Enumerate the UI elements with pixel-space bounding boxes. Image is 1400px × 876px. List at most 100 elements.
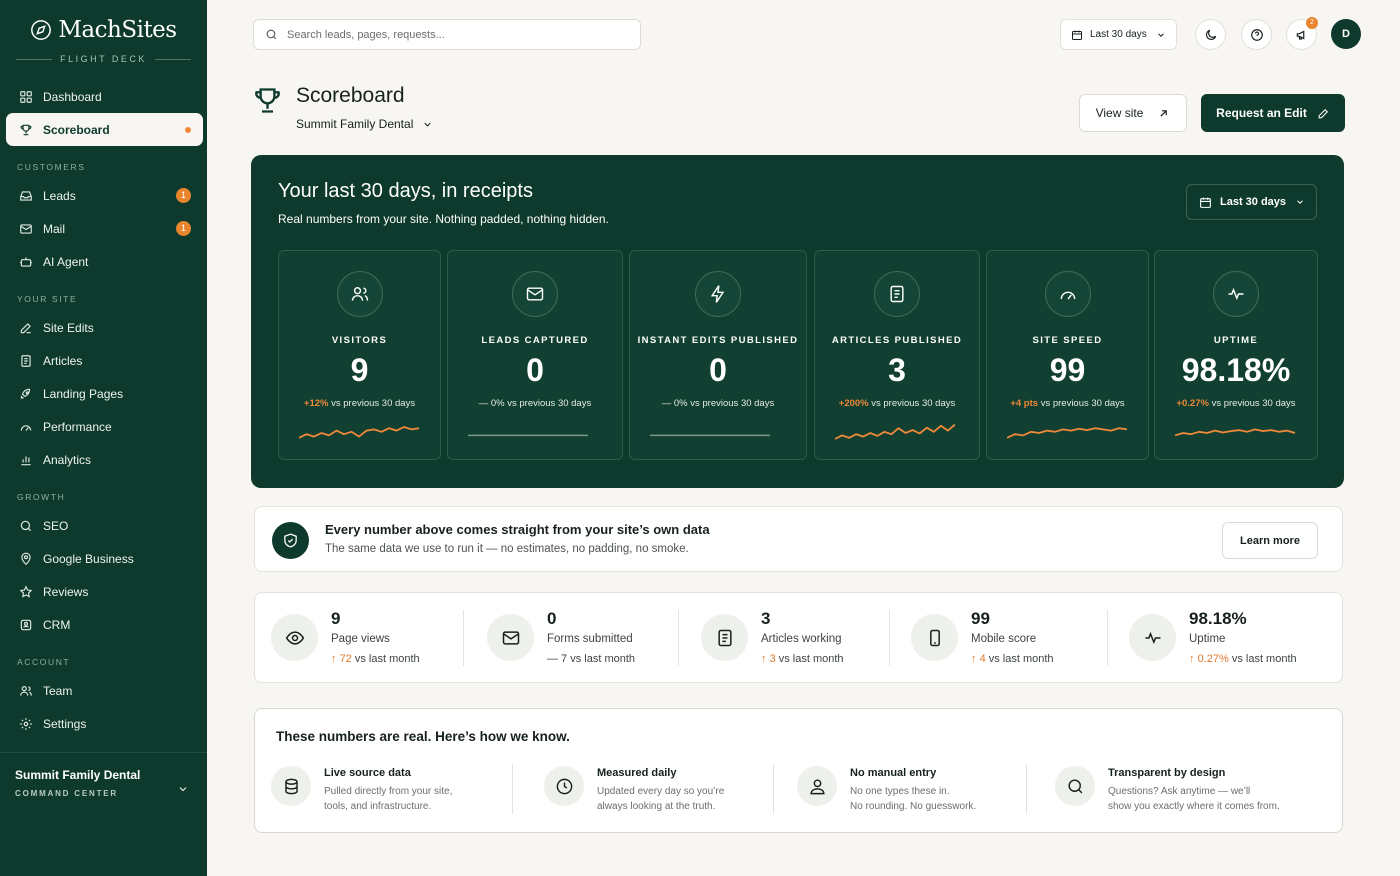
metric-value: 99 [1049,352,1086,388]
database-icon [282,777,301,796]
workspace-name: Summit Family Dental [15,768,141,782]
sidebar-item-scoreboard[interactable]: Scoreboard [6,113,203,146]
sidebar-item-analytics[interactable]: Analytics [6,443,203,476]
grid-icon [19,90,33,104]
bar-chart-icon [19,453,33,467]
metric-value: 9 [350,352,369,388]
sidebar-item-landing-pages[interactable]: Landing Pages [6,377,203,410]
stat-mobile-score: 99 Mobile score ↑ 4 vs last month [911,609,1101,669]
users-icon [350,284,370,304]
calendar-icon [1199,196,1212,209]
sidebar-item-settings[interactable]: Settings [6,707,203,740]
notifications-button[interactable]: 2 [1286,17,1318,50]
stat-value: 99 [971,609,990,628]
verification-title: These numbers are real. Here’s how we kn… [276,729,570,744]
workspace-switcher[interactable]: Summit Family Dental COMMAND CENTER [0,752,207,798]
mail-count-badge: 1 [176,221,191,236]
metric-delta: +12% vs previous 30 days [303,398,416,409]
sidebar-item-performance[interactable]: Performance [6,410,203,443]
sidebar-item-google-business[interactable]: Google Business [6,542,203,575]
date-range-select[interactable]: Last 30 days [1060,19,1177,50]
proof-title: Live source data [324,767,411,779]
sidebar-item-articles[interactable]: Articles [6,344,203,377]
avatar[interactable]: D [1331,19,1361,49]
sparkline [1007,421,1127,445]
metric-card-site-speed[interactable]: SITE SPEED 99 +4 pts vs previous 30 days [986,250,1149,460]
sidebar-item-ai-agent[interactable]: AI Agent [6,245,203,278]
monthly-stats: 9 Page views ↑ 72 vs last month 0 Forms … [254,592,1343,683]
metric-card-uptime[interactable]: UPTIME 98.18% +0.27% vs previous 30 days [1154,250,1318,460]
request-edit-button[interactable]: Request an Edit [1201,94,1345,132]
brand-logo[interactable]: MachSites [0,16,207,44]
metric-card-visitors[interactable]: VISITORS 9 +12% vs previous 30 days [278,250,441,460]
receipts-subtitle: Real numbers from your site. Nothing pad… [278,212,609,226]
stat-label: Mobile score [971,633,1037,645]
mail-icon [525,284,545,304]
sidebar-item-mail[interactable]: Mail 1 [6,212,203,245]
stat-uptime: 98.18% Uptime ↑ 0.27% vs last month [1129,609,1329,669]
learn-more-button[interactable]: Learn more [1222,522,1318,559]
metric-label: SITE SPEED [1032,335,1103,346]
metric-card-articles-published[interactable]: ARTICLES PUBLISHED 3 +200% vs previous 3… [814,250,980,460]
sidebar-item-site-edits[interactable]: Site Edits [6,311,203,344]
sidebar-item-label: Site Edits [43,320,94,335]
robot-icon [19,255,33,269]
sidebar-item-label: Landing Pages [43,386,124,401]
search-bar[interactable] [253,19,641,50]
sidebar-item-label: Mail [43,221,66,236]
verification-panel: These numbers are real. Here’s how we kn… [254,708,1343,833]
sidebar-item-reviews[interactable]: Reviews [6,575,203,608]
sidebar-item-leads[interactable]: Leads 1 [6,179,203,212]
sparkline-path [1007,428,1127,438]
brand-tagline: FLIGHT DECK [0,54,207,64]
proof-title: Transparent by design [1108,767,1226,779]
search-input[interactable] [287,28,617,41]
phone-icon [925,628,945,648]
practice-select[interactable]: Summit Family Dental [296,117,433,131]
pencil-icon [1317,107,1330,120]
sparkline [299,421,419,445]
document-icon [715,628,735,648]
stat-delta: ↑ 72 vs last month [331,653,420,665]
sidebar-item-team[interactable]: Team [6,674,203,707]
metric-card-instant-edits[interactable]: INSTANT EDITS PUBLISHED 0 — 0% vs previo… [629,250,807,460]
sidebar-item-label: Performance [43,419,112,434]
metric-value: 0 [709,352,727,388]
sparkline [650,434,770,437]
stat-delta: — 7 vs last month [547,653,636,665]
map-pin-icon [19,552,33,566]
help-button[interactable] [1241,19,1272,50]
trophy-icon [251,84,284,117]
gauge-icon [19,420,33,434]
help-icon [1250,28,1264,42]
view-site-label: View site [1095,106,1144,120]
document-icon [887,284,907,304]
active-dot [185,127,191,133]
proof-desc: Updated every day so you’re always lookin… [597,786,725,812]
view-site-button[interactable]: View site [1079,94,1187,132]
mail-icon [19,222,33,236]
stat-label: Forms submitted [547,633,633,645]
leads-count-badge: 1 [176,188,191,203]
sidebar-item-crm[interactable]: CRM [6,608,203,641]
receipts-panel: Your last 30 days, in receipts Real numb… [251,155,1344,488]
stat-label: Page views [331,633,390,645]
metric-delta: +4 pts vs previous 30 days [1010,398,1125,409]
gauge-icon [1058,284,1078,304]
stat-value: 0 [547,609,557,628]
theme-toggle-button[interactable] [1195,19,1226,50]
stat-value: 9 [331,609,341,628]
section-account: ACCOUNT [17,657,71,667]
mail-icon [501,628,521,648]
sidebar-item-dashboard[interactable]: Dashboard [6,80,203,113]
metric-delta: — 0% vs previous 30 days [661,398,775,409]
chevron-down-icon [422,119,433,130]
receipts-date-range-select[interactable]: Last 30 days [1186,184,1317,220]
sidebar-item-label: SEO [43,518,69,533]
pulse-icon [1226,284,1246,304]
sidebar-item-seo[interactable]: SEO [6,509,203,542]
proof-desc: Pulled directly from your site, tools, an… [324,786,453,812]
metric-card-leads-captured[interactable]: LEADS CAPTURED 0 — 0% vs previous 30 day… [447,250,623,460]
proof-desc: Questions? Ask anytime — we’ll show you e… [1108,786,1280,812]
metric-value: 98.18% [1181,352,1291,388]
